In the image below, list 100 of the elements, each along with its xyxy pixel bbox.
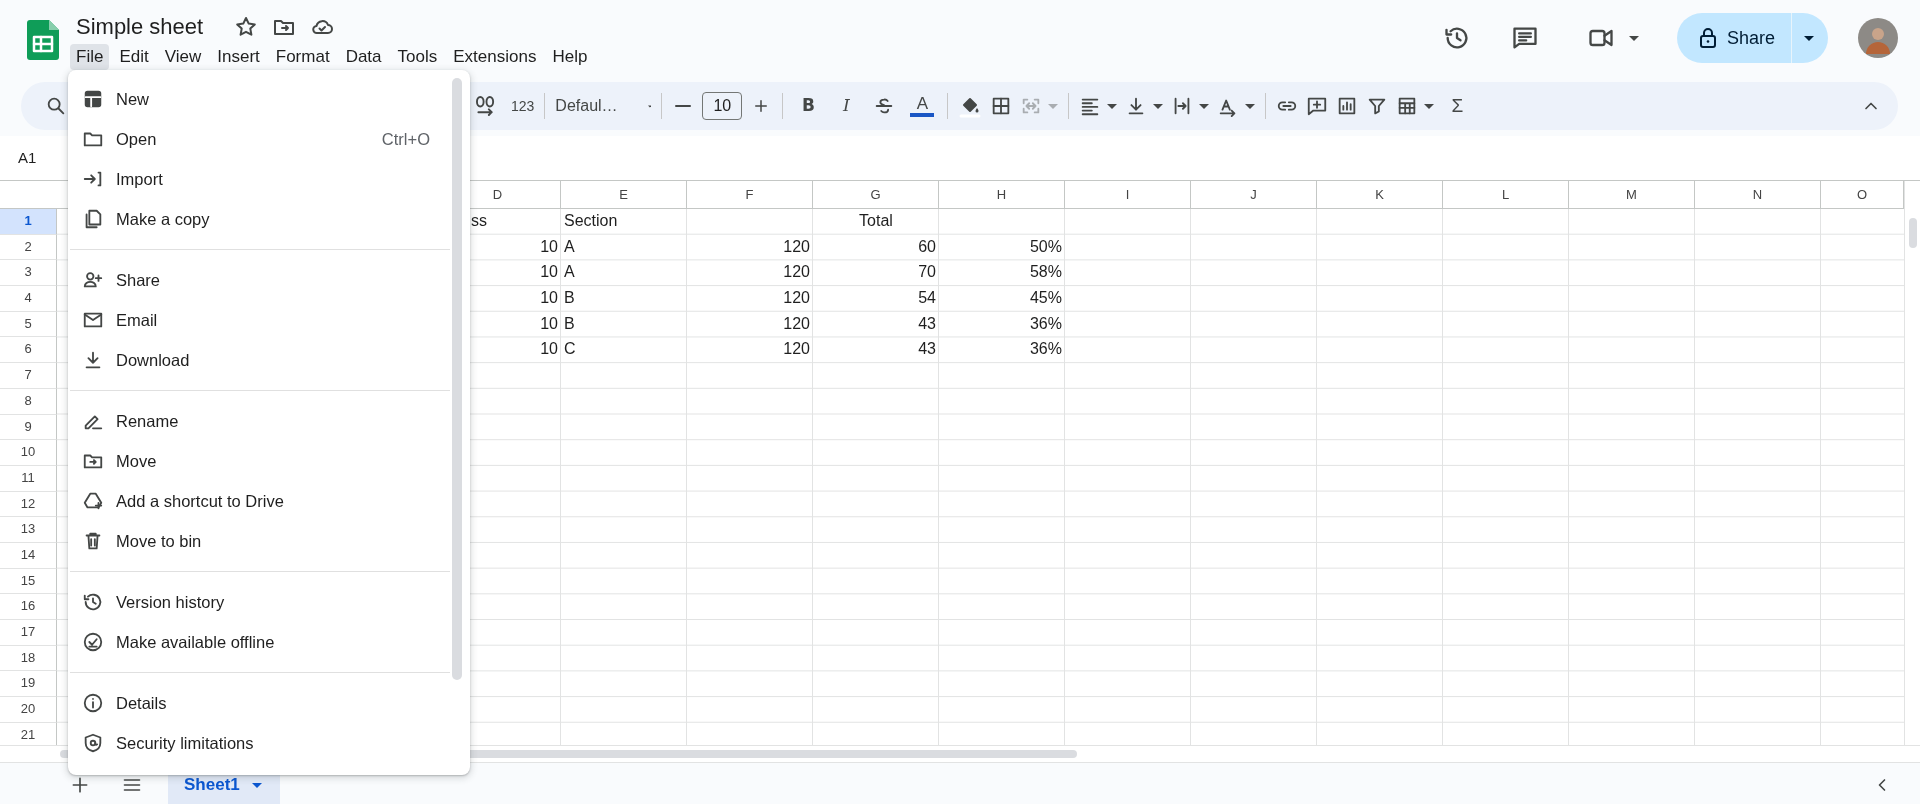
menu-item[interactable]: Move	[68, 441, 452, 481]
offline-check-icon	[82, 631, 104, 653]
menu-item[interactable]: Edit	[113, 44, 155, 70]
menu-scrollbar[interactable]	[452, 78, 462, 680]
caret-icon	[1153, 103, 1164, 109]
menu-item[interactable]: Share	[68, 260, 452, 300]
font-size-field[interactable]: 10	[702, 92, 743, 120]
table-cell-text: 120	[782, 262, 811, 283]
table-cell-text: Section	[563, 211, 619, 231]
menu-item[interactable]: New	[68, 79, 452, 119]
table-cell-text: A	[563, 236, 576, 257]
menu-item[interactable]: Security limitations	[68, 723, 452, 763]
number-format-button[interactable]: 123	[507, 90, 539, 122]
vertical-scrollbar[interactable]	[1909, 218, 1917, 248]
row-header[interactable]: 6	[0, 337, 57, 364]
menu-item[interactable]: Details	[68, 683, 452, 723]
search-icon	[45, 95, 67, 117]
table-cell-text: A	[563, 262, 576, 283]
caret-icon	[1804, 36, 1814, 42]
lock-icon	[1698, 27, 1717, 49]
menu-item[interactable]: Extensions	[447, 44, 543, 70]
functions-button[interactable]: Σ	[1438, 90, 1477, 122]
table-cell-text: 58%	[1028, 262, 1063, 283]
row-header[interactable]: 14	[0, 542, 57, 569]
table-cell-text: 10	[539, 236, 559, 257]
table-cell-text: 120	[782, 313, 811, 334]
caret-icon	[1107, 103, 1118, 109]
table-cell-text: ss	[470, 211, 488, 231]
caret-icon	[1199, 103, 1210, 109]
row-header[interactable]: 19	[0, 671, 57, 698]
row-header[interactable]: 18	[0, 645, 57, 672]
shortcut-text: Ctrl+O	[381, 128, 430, 150]
menu-item[interactable]: Help	[546, 44, 594, 70]
menu-item[interactable]: Move to bin	[68, 521, 452, 561]
menu-item[interactable]: Data	[339, 44, 388, 70]
table-cell-text: Total	[858, 211, 894, 231]
menu-item[interactable]: Tools	[391, 44, 444, 70]
text-color-button[interactable]: A	[903, 90, 942, 122]
table-cell-text: 60	[917, 236, 937, 257]
table-cell-text: 50%	[1028, 236, 1063, 257]
row-header[interactable]: 16	[0, 594, 57, 620]
table-cell-text: C	[563, 339, 577, 360]
table-cell-text: 10	[539, 339, 559, 360]
italic-button[interactable]: I	[827, 90, 866, 122]
row-header[interactable]: 20	[0, 697, 57, 723]
shield-icon	[82, 732, 104, 754]
caret-icon	[251, 782, 262, 788]
table-cell-text: 70	[917, 262, 937, 283]
row-header[interactable]: 11	[0, 465, 57, 492]
table-cell-text: 120	[782, 339, 811, 360]
avatar[interactable]	[1858, 18, 1898, 58]
row-header[interactable]: 5	[0, 311, 57, 338]
row-header[interactable]: 7	[0, 363, 57, 389]
menu-item[interactable]: View	[158, 44, 208, 70]
new-sheet-icon	[82, 88, 104, 110]
table-cell-text: B	[563, 313, 576, 334]
document-title[interactable]: Simple sheet	[76, 12, 204, 42]
table-cell-text: 43	[917, 313, 937, 334]
add-comment-icon	[1306, 95, 1329, 117]
table-cell-text: 54	[917, 288, 937, 309]
row-header[interactable]: 17	[0, 620, 57, 646]
row-header[interactable]: 15	[0, 568, 57, 595]
row-header[interactable]: 2	[0, 234, 57, 261]
drive-add-icon	[82, 490, 104, 512]
row-header[interactable]: 1	[0, 209, 57, 235]
font-dropdown[interactable]: Defaul…	[551, 90, 656, 122]
table-cell-text: 45%	[1028, 288, 1063, 309]
table-cell-text: 10	[539, 313, 559, 334]
table-cell-text: 10	[539, 262, 559, 283]
star-icon[interactable]	[234, 15, 258, 39]
row-header[interactable]: 12	[0, 491, 57, 518]
menu-item[interactable]: Add a shortcut to Drive	[68, 481, 452, 521]
table-cell-text: B	[563, 288, 576, 309]
table-cell-text: 10	[539, 288, 559, 309]
row-header[interactable]: 3	[0, 260, 57, 287]
menu-item[interactable]: Insert	[211, 44, 266, 70]
menu-item[interactable]: Email	[68, 300, 452, 340]
name-box[interactable]: A1	[18, 146, 37, 170]
table-cell-text: 36%	[1028, 339, 1063, 360]
row-header[interactable]: 13	[0, 517, 57, 543]
info-icon	[82, 692, 104, 714]
row-header[interactable]: 10	[0, 440, 57, 466]
row-header[interactable]: 8	[0, 388, 57, 415]
plus-icon	[70, 775, 90, 795]
table-cell-text: 43	[917, 339, 937, 360]
menu-item[interactable]: Make available offline	[68, 622, 452, 662]
sheets-logo-icon[interactable]	[27, 20, 59, 60]
menu-item[interactable]: Version history	[68, 582, 452, 622]
menu-item[interactable]: Download	[68, 340, 452, 380]
row-header[interactable]: 9	[0, 414, 57, 441]
menu-item[interactable]: Format	[269, 44, 336, 70]
menu-item[interactable]: Rename	[68, 401, 452, 441]
caret-icon	[1424, 103, 1435, 109]
menu-item[interactable]: File	[70, 44, 110, 70]
history-icon	[82, 591, 104, 613]
minus-icon	[675, 104, 692, 108]
row-header[interactable]: 4	[0, 286, 57, 312]
menu-item[interactable]: Open Ctrl+O	[68, 119, 452, 159]
caret-icon	[1048, 103, 1059, 109]
bold-button[interactable]: B	[789, 90, 828, 122]
